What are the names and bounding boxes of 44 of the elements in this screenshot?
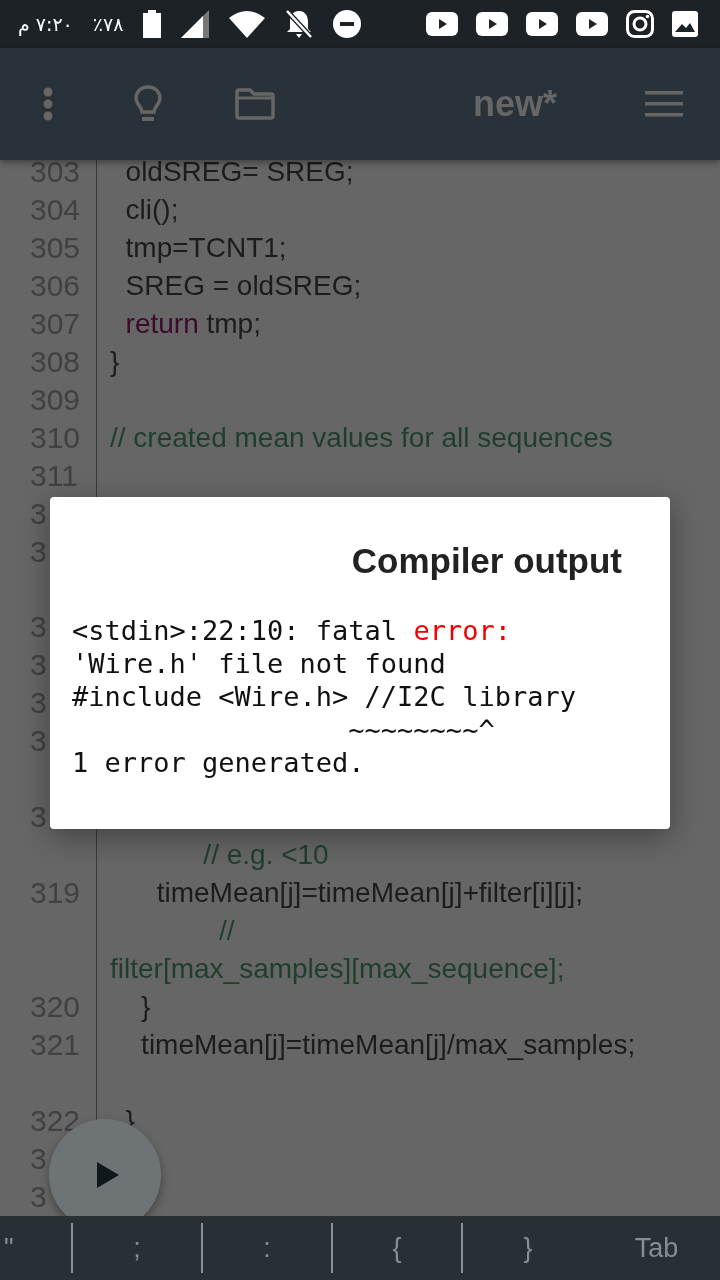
symbol-key[interactable]: {	[333, 1223, 463, 1273]
dialog-title: Compiler output	[350, 541, 623, 581]
output-line: ~~~~~~~~^	[347, 713, 495, 746]
wifi-icon	[229, 10, 266, 38]
symbol-key[interactable]: ;	[73, 1223, 203, 1273]
output-line: #include <Wire.h> //I2C library	[72, 680, 576, 713]
code-line: SREG = oldSREG;	[124, 269, 362, 302]
do-not-disturb-icon	[333, 10, 362, 38]
battery-percent: ٪٧٨	[92, 13, 124, 35]
image-icon	[672, 11, 698, 37]
code-line: timeMean[j]=timeMean[j]+filter[i][j];	[155, 877, 584, 910]
code-line: }	[140, 990, 151, 1023]
video-app-icon	[476, 12, 508, 36]
battery-icon	[143, 10, 162, 38]
lightbulb-icon[interactable]	[133, 84, 163, 124]
code-line: filter[max_samples][max_sequence];	[109, 953, 565, 985]
symbol-key[interactable]: Tab	[593, 1223, 720, 1273]
code-line: return tmp;	[124, 307, 261, 340]
video-app-icon	[426, 12, 458, 36]
symbol-key[interactable]: }	[463, 1223, 593, 1273]
code-line: // created mean values for all sequences	[109, 421, 613, 454]
folder-icon[interactable]	[235, 88, 275, 120]
clock: ٧:٢٠ م	[18, 13, 73, 35]
menu-icon[interactable]	[645, 91, 683, 117]
code-line: // e.g. <10	[202, 839, 329, 872]
symbol-key[interactable]: :	[203, 1223, 333, 1273]
video-app-icon	[526, 12, 558, 36]
file-name: new*	[472, 83, 557, 125]
signal-icon	[181, 10, 210, 38]
camera-app-icon	[626, 10, 654, 38]
code-line: tmp=TCNT1;	[124, 231, 287, 264]
output-line: <stdin>:22:10: fatal error:	[72, 614, 511, 647]
code-line: }	[109, 345, 120, 378]
output-line: 'Wire.h' file not found	[72, 647, 446, 680]
video-app-icon	[576, 12, 608, 36]
code-line: cli();	[124, 193, 179, 226]
code-line: //	[217, 915, 235, 948]
more-icon[interactable]	[43, 87, 53, 121]
output-line: 1 error generated.	[72, 746, 365, 779]
code-line: oldSREG= SREG;	[124, 160, 354, 188]
play-icon	[97, 1162, 119, 1188]
bell-off-icon	[285, 9, 314, 39]
symbol-key[interactable]: "	[0, 1223, 73, 1273]
code-line: timeMean[j]=timeMean[j]/max_samples;	[140, 1028, 636, 1061]
